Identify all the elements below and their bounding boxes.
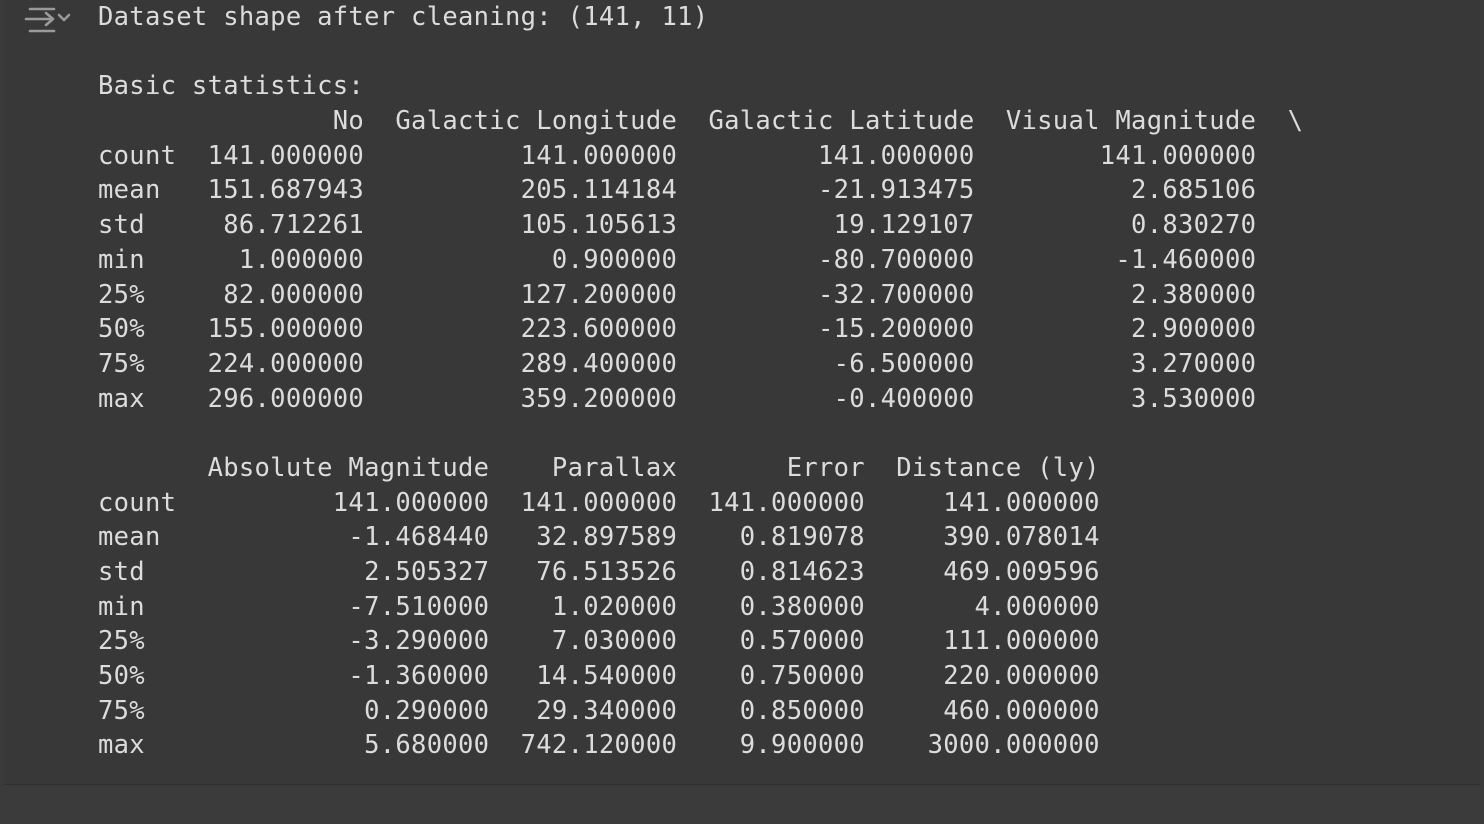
stats-table-1-row-75pct: 75% 224.000000 289.400000 -6.500000 3.27… [98, 348, 1304, 379]
stats-table-1-row-min: min 1.000000 0.900000 -80.700000 -1.4600… [98, 244, 1304, 275]
stats-table-1-row-max: max 296.000000 359.200000 -0.400000 3.53… [98, 383, 1304, 414]
stats-table-2-row-50pct: 50% -1.360000 14.540000 0.750000 220.000… [98, 661, 1132, 692]
stats-table-2-row-count: count 141.000000 141.000000 141.000000 1… [98, 487, 1132, 518]
stats-table-2-row-max: max 5.680000 742.120000 9.900000 3000.00… [98, 730, 1132, 761]
output-collapse-icon[interactable] [24, 2, 76, 38]
stats-table-2-row-25pct: 25% -3.290000 7.030000 0.570000 111.0000… [98, 626, 1132, 657]
cell-bottom-gap [0, 786, 1484, 824]
output-line-shape: Dataset shape after cleaning: (141, 11) [98, 2, 709, 32]
stdout-text: Dataset shape after cleaning: (141, 11) B… [98, 0, 1303, 763]
stats-table-1-header: No Galactic Longitude Galactic Latitude … [98, 106, 1304, 137]
stats-table-1-row-25pct: 25% 82.000000 127.200000 -32.700000 2.38… [98, 279, 1304, 310]
cell-output-area: Dataset shape after cleaning: (141, 11) B… [4, 0, 1480, 785]
output-line-stats-heading: Basic statistics: [98, 71, 365, 102]
output-line-blank [98, 416, 1303, 451]
stats-table-1-row-50pct: 50% 155.000000 223.600000 -15.200000 2.9… [98, 314, 1304, 345]
stats-table-1-row-std: std 86.712261 105.105613 19.129107 0.830… [98, 210, 1304, 241]
stats-table-2-row-mean: mean -1.468440 32.897589 0.819078 390.07… [98, 522, 1132, 553]
stats-table-2-row-75pct: 75% 0.290000 29.340000 0.850000 460.0000… [98, 695, 1132, 726]
stats-table-1-row-count: count 141.000000 141.000000 141.000000 1… [98, 140, 1304, 171]
output-line-blank [98, 35, 1303, 70]
stats-table-2-row-std: std 2.505327 76.513526 0.814623 469.0095… [98, 557, 1132, 587]
stats-table-2-header: Absolute Magnitude Parallax Error Distan… [98, 452, 1132, 483]
stats-table-2-row-min: min -7.510000 1.020000 0.380000 4.000000 [98, 591, 1132, 622]
stats-table-1-row-mean: mean 151.687943 205.114184 -21.913475 2.… [98, 175, 1304, 206]
